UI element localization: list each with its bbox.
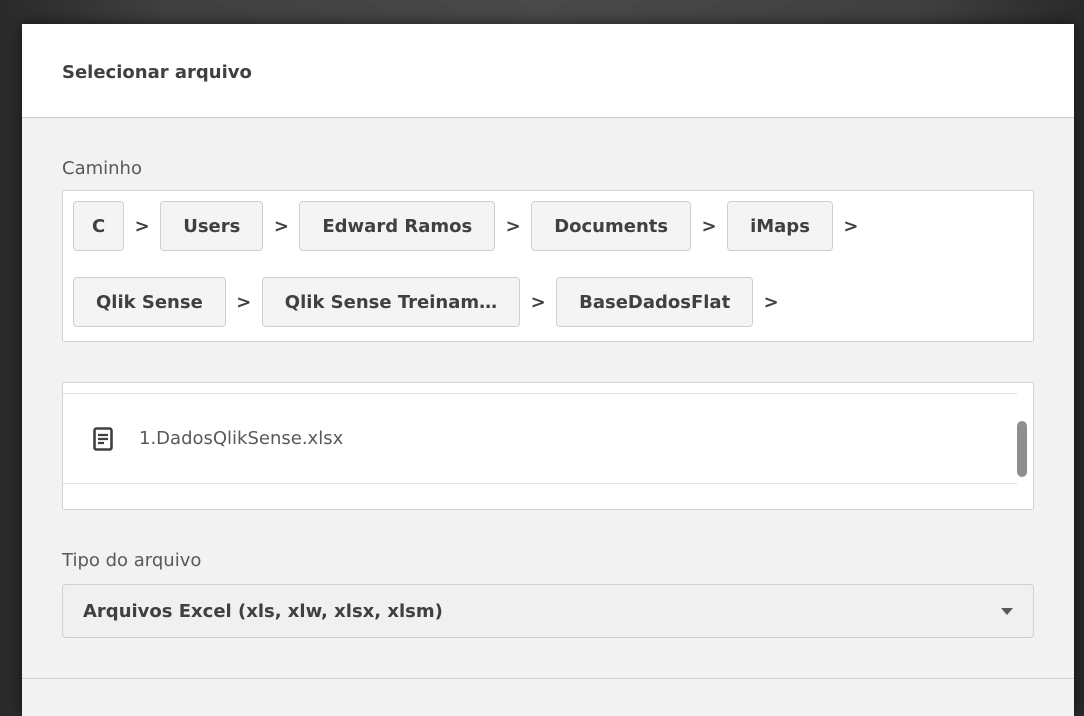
- crumb-documents[interactable]: Documents: [531, 201, 692, 251]
- file-list: 1.DadosQlikSense.xlsx: [62, 382, 1034, 510]
- path-label: Caminho: [62, 158, 142, 179]
- breadcrumb-row-2: Qlik Sense > Qlik Sense Treinam… > BaseD…: [73, 277, 789, 327]
- file-type-label: Tipo do arquivo: [62, 550, 202, 571]
- select-file-dialog: Selecionar arquivo Caminho C > Users > E…: [22, 24, 1074, 716]
- chevron-right-icon: >: [843, 215, 859, 237]
- scrollbar-thumb[interactable]: [1017, 421, 1027, 477]
- chevron-right-icon: >: [763, 291, 779, 313]
- chevron-right-icon: >: [236, 291, 252, 313]
- footer-divider: [22, 678, 1074, 679]
- chevron-right-icon: >: [701, 215, 717, 237]
- crumb-imaps[interactable]: iMaps: [727, 201, 833, 251]
- crumb-qlik-sense-treinamento[interactable]: Qlik Sense Treinam…: [261, 277, 521, 327]
- caret-down-icon: [1001, 607, 1013, 615]
- chevron-right-icon: >: [134, 215, 150, 237]
- list-divider: [63, 483, 1017, 484]
- crumb-edward-ramos[interactable]: Edward Ramos: [299, 201, 496, 251]
- list-item[interactable]: 1.DadosQlikSense.xlsx: [63, 394, 1017, 483]
- file-icon: [93, 426, 113, 451]
- crumb-basedadosflat[interactable]: BaseDadosFlat: [556, 277, 754, 327]
- file-type-select[interactable]: Arquivos Excel (xls, xlw, xlsx, xlsm): [62, 584, 1034, 638]
- file-type-value: Arquivos Excel (xls, xlw, xlsx, xlsm): [83, 600, 443, 622]
- crumb-qlik-sense[interactable]: Qlik Sense: [73, 277, 226, 327]
- crumb-users[interactable]: Users: [160, 201, 264, 251]
- file-name: 1.DadosQlikSense.xlsx: [139, 428, 344, 449]
- chevron-right-icon: >: [505, 215, 521, 237]
- crumb-c[interactable]: C: [73, 201, 125, 251]
- chevron-right-icon: >: [530, 291, 546, 313]
- path-breadcrumb: C > Users > Edward Ramos > Documents > i…: [62, 190, 1034, 342]
- chevron-right-icon: >: [273, 215, 289, 237]
- breadcrumb-row-1: C > Users > Edward Ramos > Documents > i…: [73, 201, 869, 251]
- dialog-title: Selecionar arquivo: [62, 62, 252, 83]
- dialog-header: Selecionar arquivo: [22, 24, 1074, 118]
